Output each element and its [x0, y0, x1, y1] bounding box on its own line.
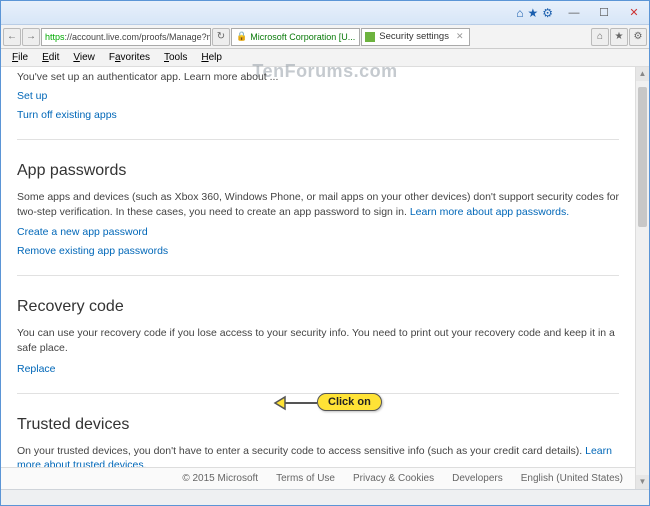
vertical-scrollbar[interactable]: ▲ ▼ [635, 67, 649, 489]
menu-file[interactable]: File [5, 52, 35, 63]
menu-view[interactable]: View [66, 52, 102, 63]
cert-text: Microsoft Corporation [U... [250, 32, 355, 42]
scrollbar-thumb[interactable] [638, 87, 647, 227]
footer-privacy-link[interactable]: Privacy & Cookies [353, 473, 434, 484]
section-divider [17, 139, 619, 140]
setup-link[interactable]: Set up [17, 90, 619, 102]
security-indicator[interactable]: 🔒 Microsoft Corporation [U... [231, 28, 360, 46]
back-button[interactable]: ← [3, 28, 21, 46]
trusted-devices-heading: Trusted devices [17, 416, 619, 434]
footer-developers-link[interactable]: Developers [452, 473, 503, 484]
browser-tab-active[interactable]: Security settings ✕ [361, 28, 469, 46]
create-app-password-link[interactable]: Create a new app password [17, 226, 619, 238]
menu-favorites[interactable]: Favorites [102, 52, 157, 63]
footer-copyright: © 2015 Microsoft [182, 473, 258, 484]
turn-off-apps-link[interactable]: Turn off existing apps [17, 109, 619, 121]
titlebar-gear-icon[interactable]: ⚙ [542, 6, 553, 20]
learn-app-passwords-link[interactable]: Learn more about app passwords. [410, 206, 569, 218]
tab-close-icon[interactable]: ✕ [456, 31, 464, 42]
menu-bar: File Edit View Favorites Tools Help [1, 49, 649, 67]
callout-label: Click on [317, 393, 382, 411]
app-passwords-heading: App passwords [17, 162, 619, 180]
page-footer: © 2015 Microsoft Terms of Use Privacy & … [1, 467, 635, 489]
footer-language-link[interactable]: English (United States) [521, 473, 623, 484]
section-divider [17, 275, 619, 276]
window-maximize-button[interactable]: ☐ [589, 3, 619, 23]
titlebar-home-icon[interactable]: ⌂ [516, 6, 523, 20]
refresh-button[interactable]: ↻ [212, 28, 230, 46]
tab-title: Security settings [379, 31, 449, 42]
menu-edit[interactable]: Edit [35, 52, 66, 63]
window-close-button[interactable]: ✕ [619, 3, 649, 23]
scroll-up-arrow-icon[interactable]: ▲ [636, 67, 649, 81]
browser-toolbar: ← → https://account.live.com/proofs/Mana… [1, 25, 649, 49]
remove-app-passwords-link[interactable]: Remove existing app passwords [17, 245, 619, 257]
callout-annotation: Click on [279, 393, 382, 411]
app-passwords-body: Some apps and devices (such as Xbox 360,… [17, 190, 619, 219]
menu-tools[interactable]: Tools [157, 52, 194, 63]
recovery-code-body: You can use your recovery code if you lo… [17, 326, 619, 355]
lock-icon: 🔒 [236, 31, 247, 42]
footer-terms-link[interactable]: Terms of Use [276, 473, 335, 484]
callout-arrow-icon [279, 396, 317, 408]
url-scheme: https [45, 32, 65, 42]
address-bar[interactable]: https://account.live.com/proofs/Manage?m… [41, 28, 211, 46]
titlebar-star-icon[interactable]: ★ [527, 6, 538, 20]
window-titlebar: ⌂ ★ ⚙ — ☐ ✕ [1, 1, 649, 25]
scroll-down-arrow-icon[interactable]: ▼ [636, 475, 649, 489]
forward-button[interactable]: → [22, 28, 40, 46]
menu-help[interactable]: Help [194, 52, 229, 63]
replace-recovery-code-link[interactable]: Replace [17, 363, 619, 375]
toolbar-tools-icon[interactable]: ⚙ [629, 28, 647, 46]
toolbar-favorites-icon[interactable]: ★ [610, 28, 628, 46]
url-text: ://account.live.com/proofs/Manage?mkt=en… [65, 32, 211, 42]
partial-cut-text: You've set up an authenticator app. Lear… [17, 67, 619, 83]
recovery-code-heading: Recovery code [17, 298, 619, 316]
tab-favicon [365, 32, 375, 42]
toolbar-home-icon[interactable]: ⌂ [591, 28, 609, 46]
status-bar [1, 489, 649, 505]
window-minimize-button[interactable]: — [559, 3, 589, 23]
page-content: You've set up an authenticator app. Lear… [1, 67, 635, 489]
